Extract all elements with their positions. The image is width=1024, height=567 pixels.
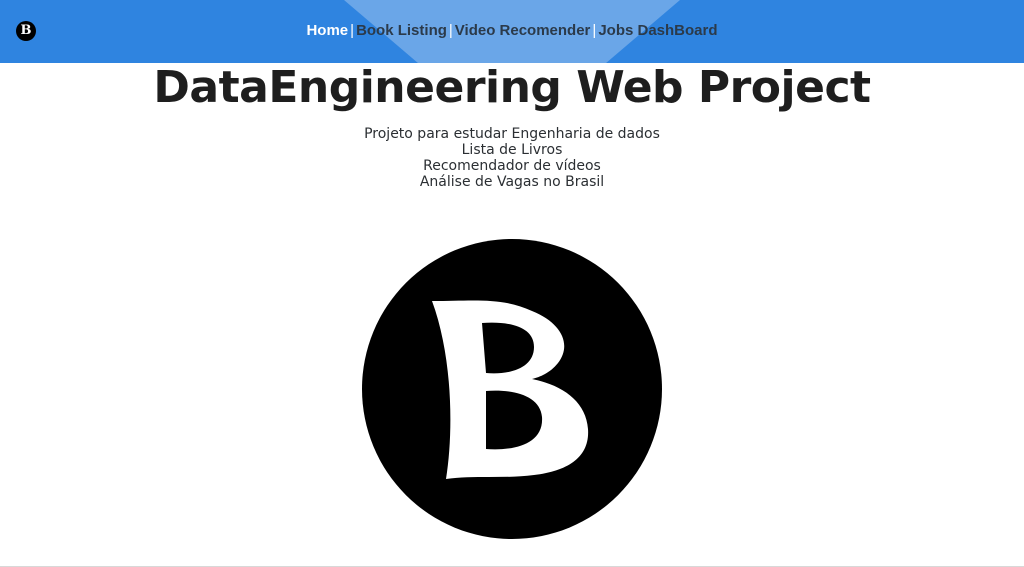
page-title: DataEngineering Web Project [153, 62, 871, 113]
nav-separator: | [350, 22, 355, 39]
description-line: Recomendador de vídeos [423, 158, 601, 174]
description-line: Análise de Vagas no Brasil [419, 174, 605, 190]
project-description: Projeto para estudar Engenharia de dados… [0, 126, 1024, 190]
nav-links: Home | Book Listing | Video Recomender | Jobs … [0, 20, 1024, 42]
description-line: Projeto para estudar Engenharia de dados [364, 126, 660, 142]
top-navbar: B Home | Book Listing | Video Recomender | Job… [0, 0, 1024, 63]
project-logo-icon [362, 239, 662, 539]
nav-link-book-listing[interactable]: Book Listing [356, 22, 447, 39]
nav-link-video-recomender[interactable]: Video Recomender [455, 22, 591, 39]
nav-link-jobs-dashboard[interactable]: Jobs DashBoard [598, 22, 717, 39]
nav-separator: | [448, 22, 453, 39]
description-line: Lista de Livros [461, 142, 563, 158]
nav-link-home[interactable]: Home [306, 22, 348, 39]
